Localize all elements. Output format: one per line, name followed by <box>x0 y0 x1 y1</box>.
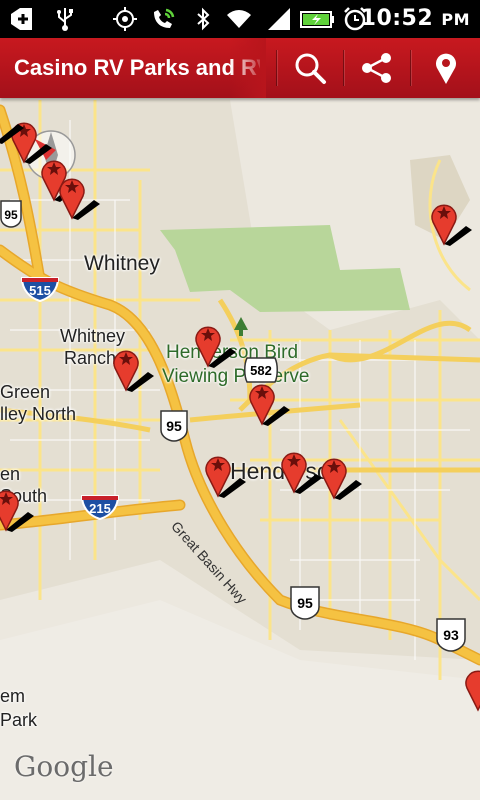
rv-park-marker[interactable] <box>278 446 322 494</box>
svg-text:95: 95 <box>4 208 18 222</box>
status-bar: 10:52 PM <box>0 0 480 38</box>
rv-park-marker[interactable] <box>318 452 362 500</box>
us-95-shield-south: 95 <box>290 586 320 620</box>
search-icon <box>295 53 326 84</box>
rv-park-marker[interactable] <box>202 450 246 498</box>
gps-icon <box>113 7 137 31</box>
app-title: Casino RV Parks and RV <box>14 55 260 80</box>
usb-icon <box>57 8 73 31</box>
bluetooth-icon <box>197 7 210 31</box>
interstate-515-shield: 515 <box>20 277 60 302</box>
location-button[interactable] <box>411 38 480 98</box>
rv-park-marker[interactable] <box>462 664 480 712</box>
rv-park-marker[interactable] <box>0 484 34 532</box>
map-label-green-valley-south: en <box>0 464 21 484</box>
rv-park-marker[interactable] <box>428 198 472 246</box>
rv-park-marker[interactable] <box>0 98 24 144</box>
search-button[interactable] <box>277 38 343 98</box>
map-label-whitney: Whitney <box>84 252 160 275</box>
map-label-green-valley-north-2: lley North <box>0 404 77 424</box>
cell-signal-icon <box>268 8 290 30</box>
google-attribution: Google <box>14 750 114 783</box>
action-bar: Casino RV Parks and RV <box>0 38 480 98</box>
svg-text:515: 515 <box>29 283 51 298</box>
svg-text:93: 93 <box>443 627 459 643</box>
map-view[interactable]: Whitney Whitney Ranch Henderson Bird Vie… <box>0 98 480 800</box>
wifi-icon <box>227 10 251 29</box>
us-95-shield: 95 <box>160 410 188 442</box>
rv-park-marker[interactable] <box>56 172 100 220</box>
map-label-whitney-ranch-2: Ranch <box>64 348 117 368</box>
svg-text:95: 95 <box>166 418 182 434</box>
location-pin-icon <box>435 53 456 84</box>
us-95-shield-left: 95 <box>0 200 22 228</box>
us-93-shield: 93 <box>436 618 466 652</box>
share-icon <box>362 53 391 83</box>
svg-text:582: 582 <box>250 363 272 378</box>
add-icon <box>11 8 32 30</box>
rv-park-marker[interactable] <box>246 378 290 426</box>
clock: 10:52 PM <box>360 6 470 31</box>
svg-text:95: 95 <box>297 595 313 611</box>
map-label-park-2: Park <box>0 710 38 730</box>
phone-signal-icon <box>154 8 175 28</box>
interstate-215-shield: 215 <box>80 495 120 520</box>
map-label-park: em <box>0 686 26 706</box>
map-label-green-valley-north: Green <box>0 382 51 402</box>
battery-icon <box>300 11 334 28</box>
share-button[interactable] <box>344 38 410 98</box>
rv-park-marker[interactable] <box>192 320 236 368</box>
svg-text:215: 215 <box>89 501 111 516</box>
rv-park-marker[interactable] <box>110 344 154 392</box>
